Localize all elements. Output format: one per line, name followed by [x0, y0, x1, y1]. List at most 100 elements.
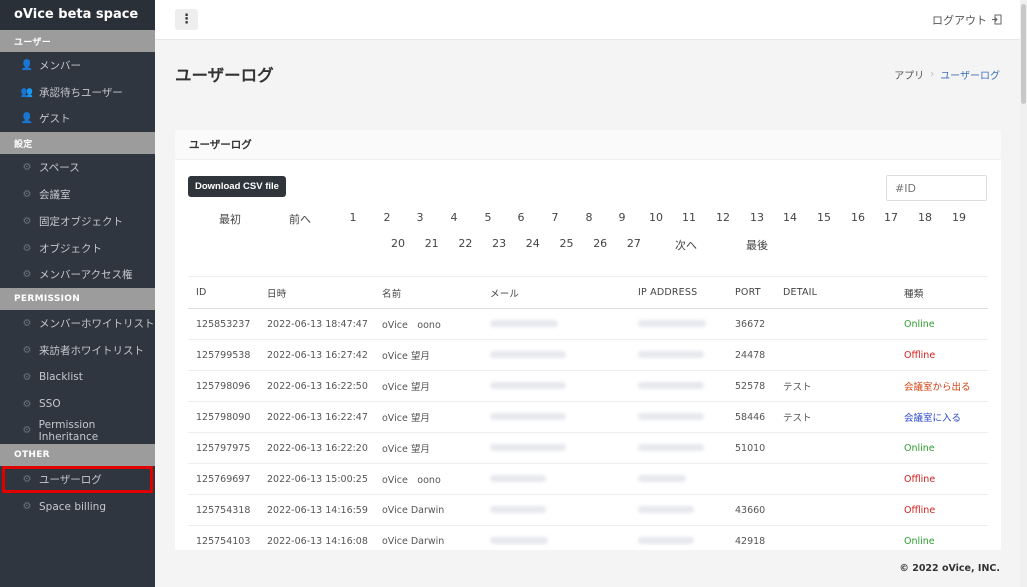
- column-header[interactable]: IP ADDRESS: [630, 276, 727, 309]
- cell-email-redacted: [482, 370, 630, 402]
- pager-page[interactable]: 22: [458, 237, 472, 250]
- pager-prev[interactable]: 前へ: [289, 211, 311, 227]
- cell-datetime: 2022-06-13 14:16:59: [259, 494, 374, 526]
- download-csv-button[interactable]: Download CSV file: [188, 176, 286, 197]
- pager-page[interactable]: 26: [593, 237, 607, 250]
- cell-kind: Online: [896, 432, 988, 464]
- redacted-text: [638, 474, 686, 482]
- sidebar-item[interactable]: ⚙ ユーザーログ: [2, 466, 153, 494]
- sidebar-item[interactable]: 👤 ゲスト: [0, 106, 155, 133]
- pager-page[interactable]: 25: [560, 237, 574, 250]
- sidebar-item[interactable]: ⚙ 固定オブジェクト: [0, 208, 155, 235]
- scrollbar-thumb[interactable]: [1021, 4, 1026, 104]
- cell-email-redacted: [482, 463, 630, 495]
- pager-page[interactable]: 11: [682, 211, 696, 224]
- pager-page[interactable]: 12: [716, 211, 730, 224]
- sidebar-item[interactable]: ⚙ メンバーホワイトリスト: [0, 310, 155, 337]
- sidebar-nav: ユーザー 👤 メンバー 👥 承認待ちユーザー 👤 ゲスト 設定 ⚙ スペース ⚙ 会議室 ⚙ 固定オブジェ…: [0, 30, 155, 520]
- sidebar-item[interactable]: ⚙ Permission Inheritance: [0, 418, 155, 445]
- table-row[interactable]: 125798096 2022-06-13 16:22:50 oVice 望月 5257…: [188, 370, 988, 402]
- redacted-text: [490, 350, 566, 358]
- sidebar-item[interactable]: ⚙ オブジェクト: [0, 235, 155, 262]
- sidebar-item[interactable]: ⚙ メンバーアクセス権: [0, 262, 155, 289]
- pager-page[interactable]: 13: [750, 211, 764, 224]
- sidebar-item[interactable]: ⚙ Blacklist: [0, 364, 155, 391]
- pager-page[interactable]: 14: [783, 211, 797, 224]
- sidebar-item[interactable]: ⚙ スペース: [0, 154, 155, 181]
- cell-detail: [775, 432, 896, 464]
- table-row[interactable]: 125769697 2022-06-13 15:00:25 oVice oono Of…: [188, 463, 988, 495]
- cell-name: oVice oono: [374, 308, 482, 340]
- pager-page[interactable]: 2: [384, 211, 391, 224]
- pager-page[interactable]: 24: [526, 237, 540, 250]
- cell-id: 125799538: [188, 339, 259, 371]
- pager-page[interactable]: 10: [649, 211, 663, 224]
- column-header[interactable]: ID: [188, 276, 259, 309]
- pager-page[interactable]: 18: [918, 211, 932, 224]
- pager-page[interactable]: 6: [518, 211, 525, 224]
- pager-page[interactable]: 17: [884, 211, 898, 224]
- sidebar-item[interactable]: ⚙ SSO: [0, 391, 155, 418]
- cell-email-redacted: [482, 525, 630, 550]
- sidebar-item[interactable]: ⚙ Space billing: [0, 493, 155, 520]
- pager-last[interactable]: 最後: [746, 237, 768, 253]
- table-row[interactable]: 125798090 2022-06-13 16:22:47 oVice 望月 5844…: [188, 401, 988, 433]
- pager-page[interactable]: 23: [492, 237, 506, 250]
- pager-page[interactable]: 7: [552, 211, 559, 224]
- sidebar-item[interactable]: 👥 承認待ちユーザー: [0, 79, 155, 106]
- redacted-text: [490, 536, 548, 544]
- cell-id: 125754103: [188, 525, 259, 550]
- column-header[interactable]: 名前: [374, 276, 482, 309]
- id-search-input[interactable]: [886, 175, 987, 201]
- kebab-menu-button[interactable]: ⋮: [175, 9, 198, 30]
- logout-link[interactable]: ログアウト: [932, 12, 1002, 28]
- pager-page[interactable]: 16: [851, 211, 865, 224]
- pager-page[interactable]: 27: [627, 237, 641, 250]
- sidebar-item-label: 固定オブジェクト: [39, 215, 123, 228]
- table-row[interactable]: 125797975 2022-06-13 16:22:20 oVice 望月 5101…: [188, 432, 988, 464]
- table-row[interactable]: 125853237 2022-06-13 18:47:47 oVice oono 36…: [188, 308, 988, 340]
- pager-page[interactable]: 1: [350, 211, 357, 224]
- card-title: ユーザーログ: [175, 130, 1001, 160]
- page-scrollbar[interactable]: [1020, 0, 1027, 587]
- breadcrumb-current[interactable]: ユーザーログ: [940, 67, 1000, 82]
- table-row[interactable]: 125799538 2022-06-13 16:27:42 oVice 望月 2447…: [188, 339, 988, 371]
- column-header[interactable]: PORT: [727, 276, 775, 309]
- cell-port: 43660: [727, 494, 775, 526]
- pager-page[interactable]: 15: [817, 211, 831, 224]
- pager-page[interactable]: 20: [391, 237, 405, 250]
- sidebar-item-label: オブジェクト: [39, 242, 102, 255]
- column-header[interactable]: DETAIL: [775, 276, 896, 309]
- pager-page[interactable]: 3: [417, 211, 424, 224]
- redacted-text: [490, 412, 566, 420]
- gear-icon: ⚙: [22, 215, 32, 227]
- cell-name: oVice oono: [374, 463, 482, 495]
- pager-page[interactable]: 4: [451, 211, 458, 224]
- table-row[interactable]: 125754103 2022-06-13 14:16:08 oVice Darwin…: [188, 525, 988, 550]
- gear-icon: ⚙: [22, 425, 32, 437]
- pager-next[interactable]: 次へ: [675, 237, 697, 253]
- pager-page[interactable]: 19: [952, 211, 966, 224]
- sidebar-item-label: 会議室: [39, 189, 71, 202]
- pager-page[interactable]: 9: [619, 211, 626, 224]
- sidebar-item[interactable]: ⚙ 来訪者ホワイトリスト: [0, 337, 155, 364]
- table-row[interactable]: 125754318 2022-06-13 14:16:59 oVice Darwin…: [188, 494, 988, 526]
- gear-icon: ⚙: [22, 501, 32, 513]
- cell-ip-redacted: [630, 494, 727, 526]
- gear-icon: ⚙: [22, 162, 32, 174]
- gear-icon: ⚙: [22, 371, 32, 383]
- sidebar-item-label: メンバー: [39, 59, 81, 72]
- pagination: 最初 前へ 1 2 3 4 5 6 7 8 9 10 11 12 13 14 15 16 17 18 19 20 21 22 2…: [175, 204, 1001, 260]
- column-header[interactable]: 日時: [259, 276, 374, 309]
- pager-page[interactable]: 8: [586, 211, 593, 224]
- pager-first[interactable]: 最初: [219, 211, 241, 227]
- pager-page[interactable]: 21: [425, 237, 439, 250]
- sidebar-item-label: Permission Inheritance: [38, 418, 99, 443]
- sidebar-item[interactable]: 👤 メンバー: [0, 52, 155, 79]
- sidebar-item[interactable]: ⚙ 会議室: [0, 181, 155, 208]
- redacted-text: [638, 443, 704, 451]
- pager-page[interactable]: 5: [485, 211, 492, 224]
- column-header[interactable]: 種類: [896, 276, 988, 309]
- breadcrumb-root[interactable]: アプリ: [894, 67, 924, 82]
- column-header[interactable]: メール: [482, 276, 630, 309]
